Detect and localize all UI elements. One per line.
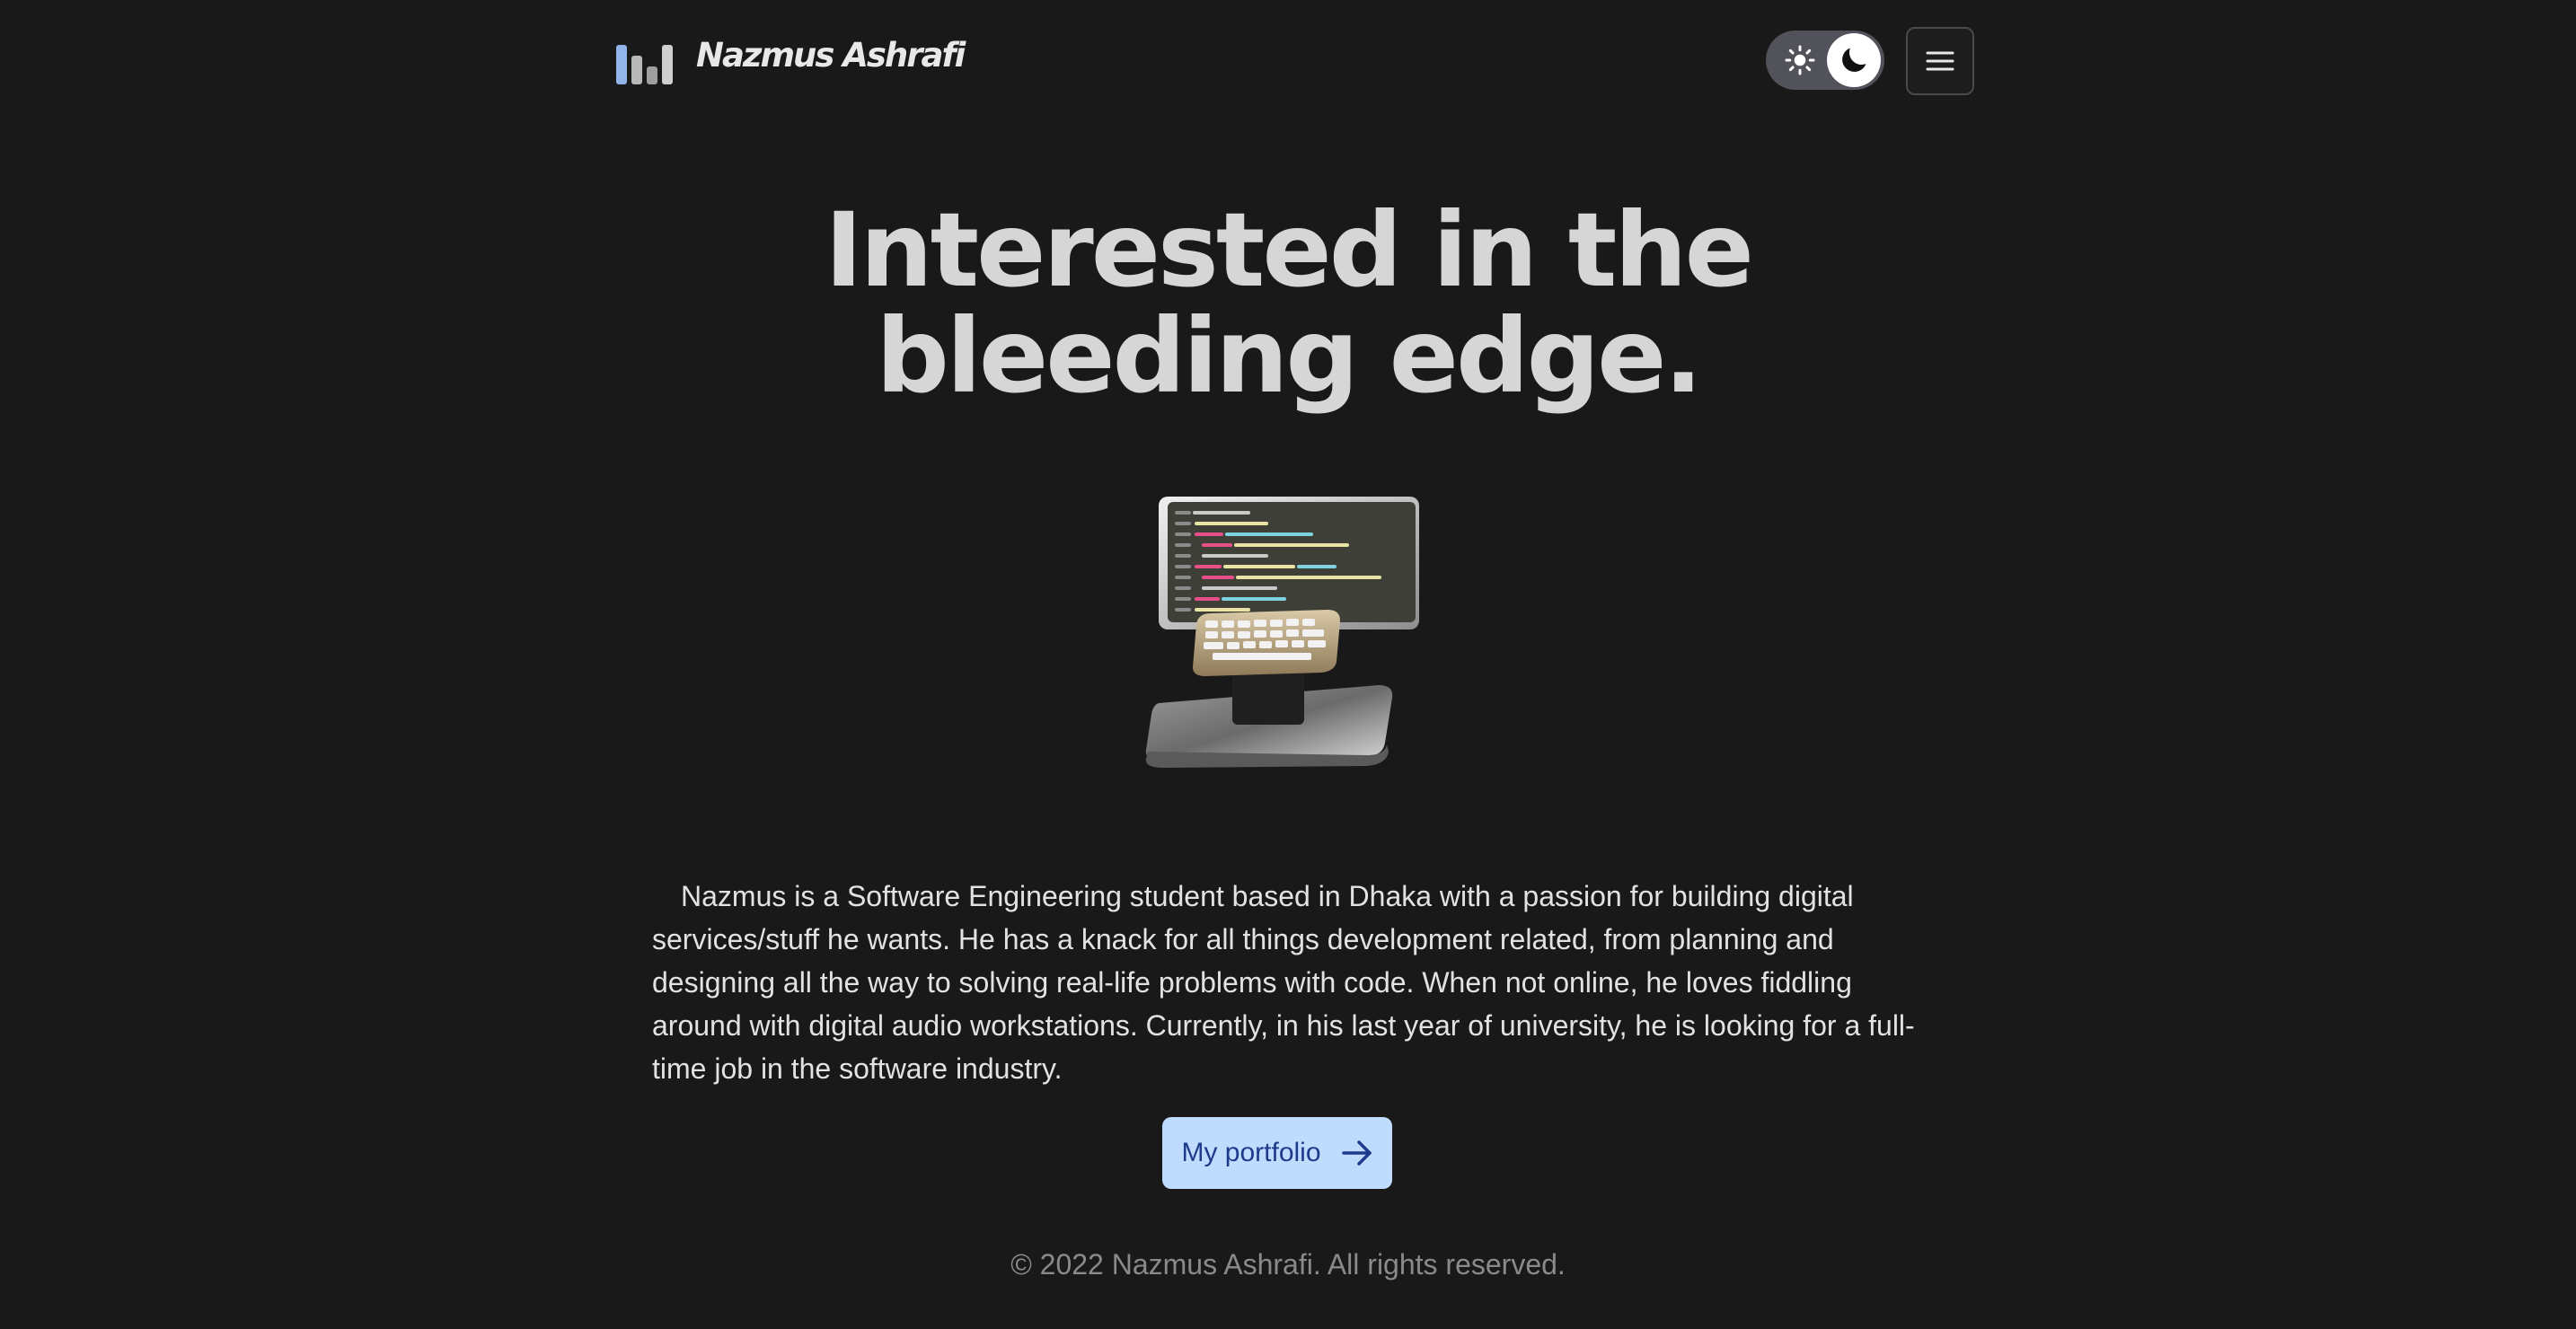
portfolio-button-label: My portfolio	[1181, 1138, 1321, 1167]
logo-bar-1	[616, 45, 627, 84]
toggle-knob	[1827, 33, 1881, 87]
sun-icon	[1785, 45, 1815, 75]
hero-title-line1: Interested in the	[825, 190, 1754, 310]
hamburger-icon	[1926, 51, 1954, 71]
page: Nazmus Ashrafi Interested in the bleedin…	[0, 0, 2576, 1329]
computer-workstation-illustration	[1145, 497, 1419, 768]
bio-paragraph: Nazmus is a Software Engineering student…	[652, 880, 1915, 1085]
arrow-right-icon	[1341, 1140, 1372, 1166]
moon-icon	[1842, 48, 1866, 72]
logo-icon	[616, 40, 673, 84]
logo-bar-3	[647, 66, 657, 84]
hero-title-line2: bleeding edge.	[876, 296, 1703, 416]
brand-name: Nazmus Ashrafi	[696, 36, 966, 75]
portfolio-button[interactable]: My portfolio	[1162, 1117, 1392, 1189]
logo-bar-4	[662, 45, 673, 84]
brand-link[interactable]: Nazmus Ashrafi	[616, 34, 966, 84]
menu-button[interactable]	[1906, 27, 1974, 95]
logo-bar-2	[631, 56, 642, 84]
hero-title: Interested in the bleeding edge.	[569, 198, 2007, 409]
theme-toggle[interactable]	[1766, 31, 1884, 90]
footer-copyright: © 2022 Nazmus Ashrafi. All rights reserv…	[1010, 1248, 1566, 1281]
